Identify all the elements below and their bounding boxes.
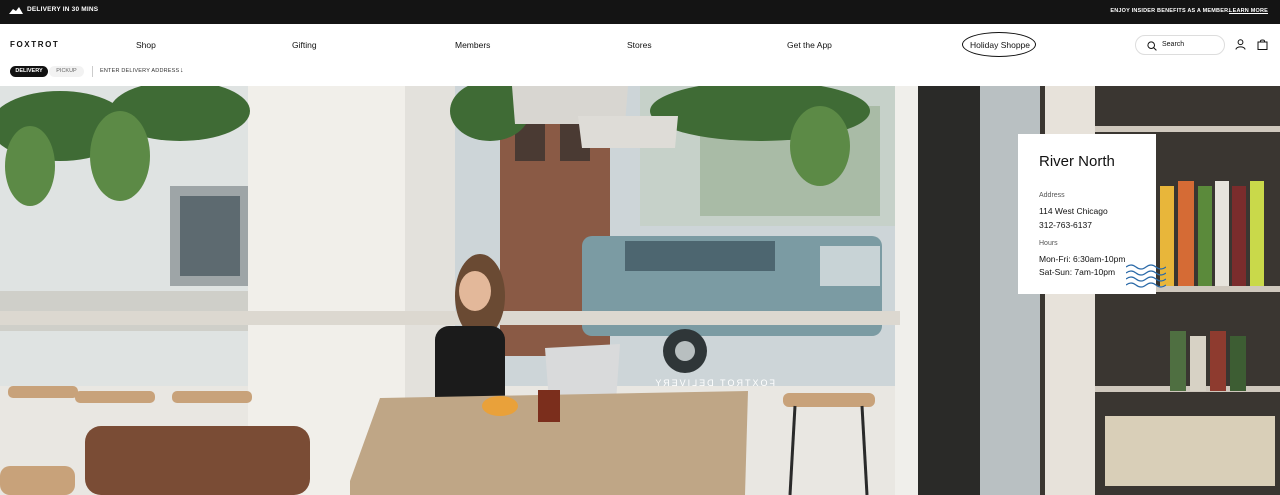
address-arrow-icon[interactable]: ↓ — [180, 67, 184, 74]
site-header: FOXTROT Shop Gifting Members Stores Get … — [0, 24, 1280, 86]
wave-decoration-icon — [1126, 264, 1166, 288]
address-label: Address — [1039, 192, 1065, 199]
shopping-bag-icon[interactable] — [1257, 39, 1268, 50]
delivery-time-text: DELIVERY IN 30 MINS — [27, 6, 99, 13]
search-label: Search — [1162, 41, 1185, 48]
search-icon — [1147, 41, 1157, 51]
account-icon[interactable] — [1235, 39, 1246, 50]
delivery-mode-toggle[interactable]: DELIVERY — [10, 66, 48, 77]
nav-get-the-app[interactable]: Get the App — [787, 40, 832, 50]
learn-more-link[interactable]: LEARN MORE — [1229, 8, 1268, 14]
delivery-address-prompt[interactable]: ENTER DELIVERY ADDRESS — [100, 68, 179, 74]
search-box[interactable]: Search — [1135, 35, 1225, 55]
pickup-mode-toggle[interactable]: PICKUP — [49, 66, 84, 77]
announcement-bar: DELIVERY IN 30 MINS ENJOY INSIDER BENEFI… — [0, 0, 1280, 24]
store-name: River North — [1039, 153, 1115, 170]
store-street: 114 West Chicago — [1039, 206, 1108, 216]
nav-shop[interactable]: Shop — [136, 40, 156, 50]
nav-holiday-shoppe[interactable]: Holiday Shoppe — [970, 40, 1030, 50]
header-divider — [92, 66, 93, 77]
hours-weekend: Sat-Sun: 7am-10pm — [1039, 267, 1116, 277]
nav-gifting[interactable]: Gifting — [292, 40, 317, 50]
hero-store-photo: FOXTROT DELIVERY River North Address 114… — [0, 86, 1280, 495]
window-lettering: FOXTROT DELIVERY — [653, 378, 775, 388]
hours-label: Hours — [1039, 240, 1058, 247]
nav-stores[interactable]: Stores — [627, 40, 652, 50]
hours-weekday: Mon-Fri: 6:30am-10pm — [1039, 254, 1126, 264]
store-info-card: River North Address 114 West Chicago 312… — [1018, 134, 1166, 294]
foxtrot-logo[interactable]: FOXTROT — [10, 40, 59, 49]
store-phone[interactable]: 312-763-6137 — [1039, 220, 1092, 230]
delivery-truck-icon — [9, 7, 23, 14]
insider-benefits-text: ENJOY INSIDER BENEFITS AS A MEMBER. — [1110, 8, 1230, 14]
nav-members[interactable]: Members — [455, 40, 490, 50]
